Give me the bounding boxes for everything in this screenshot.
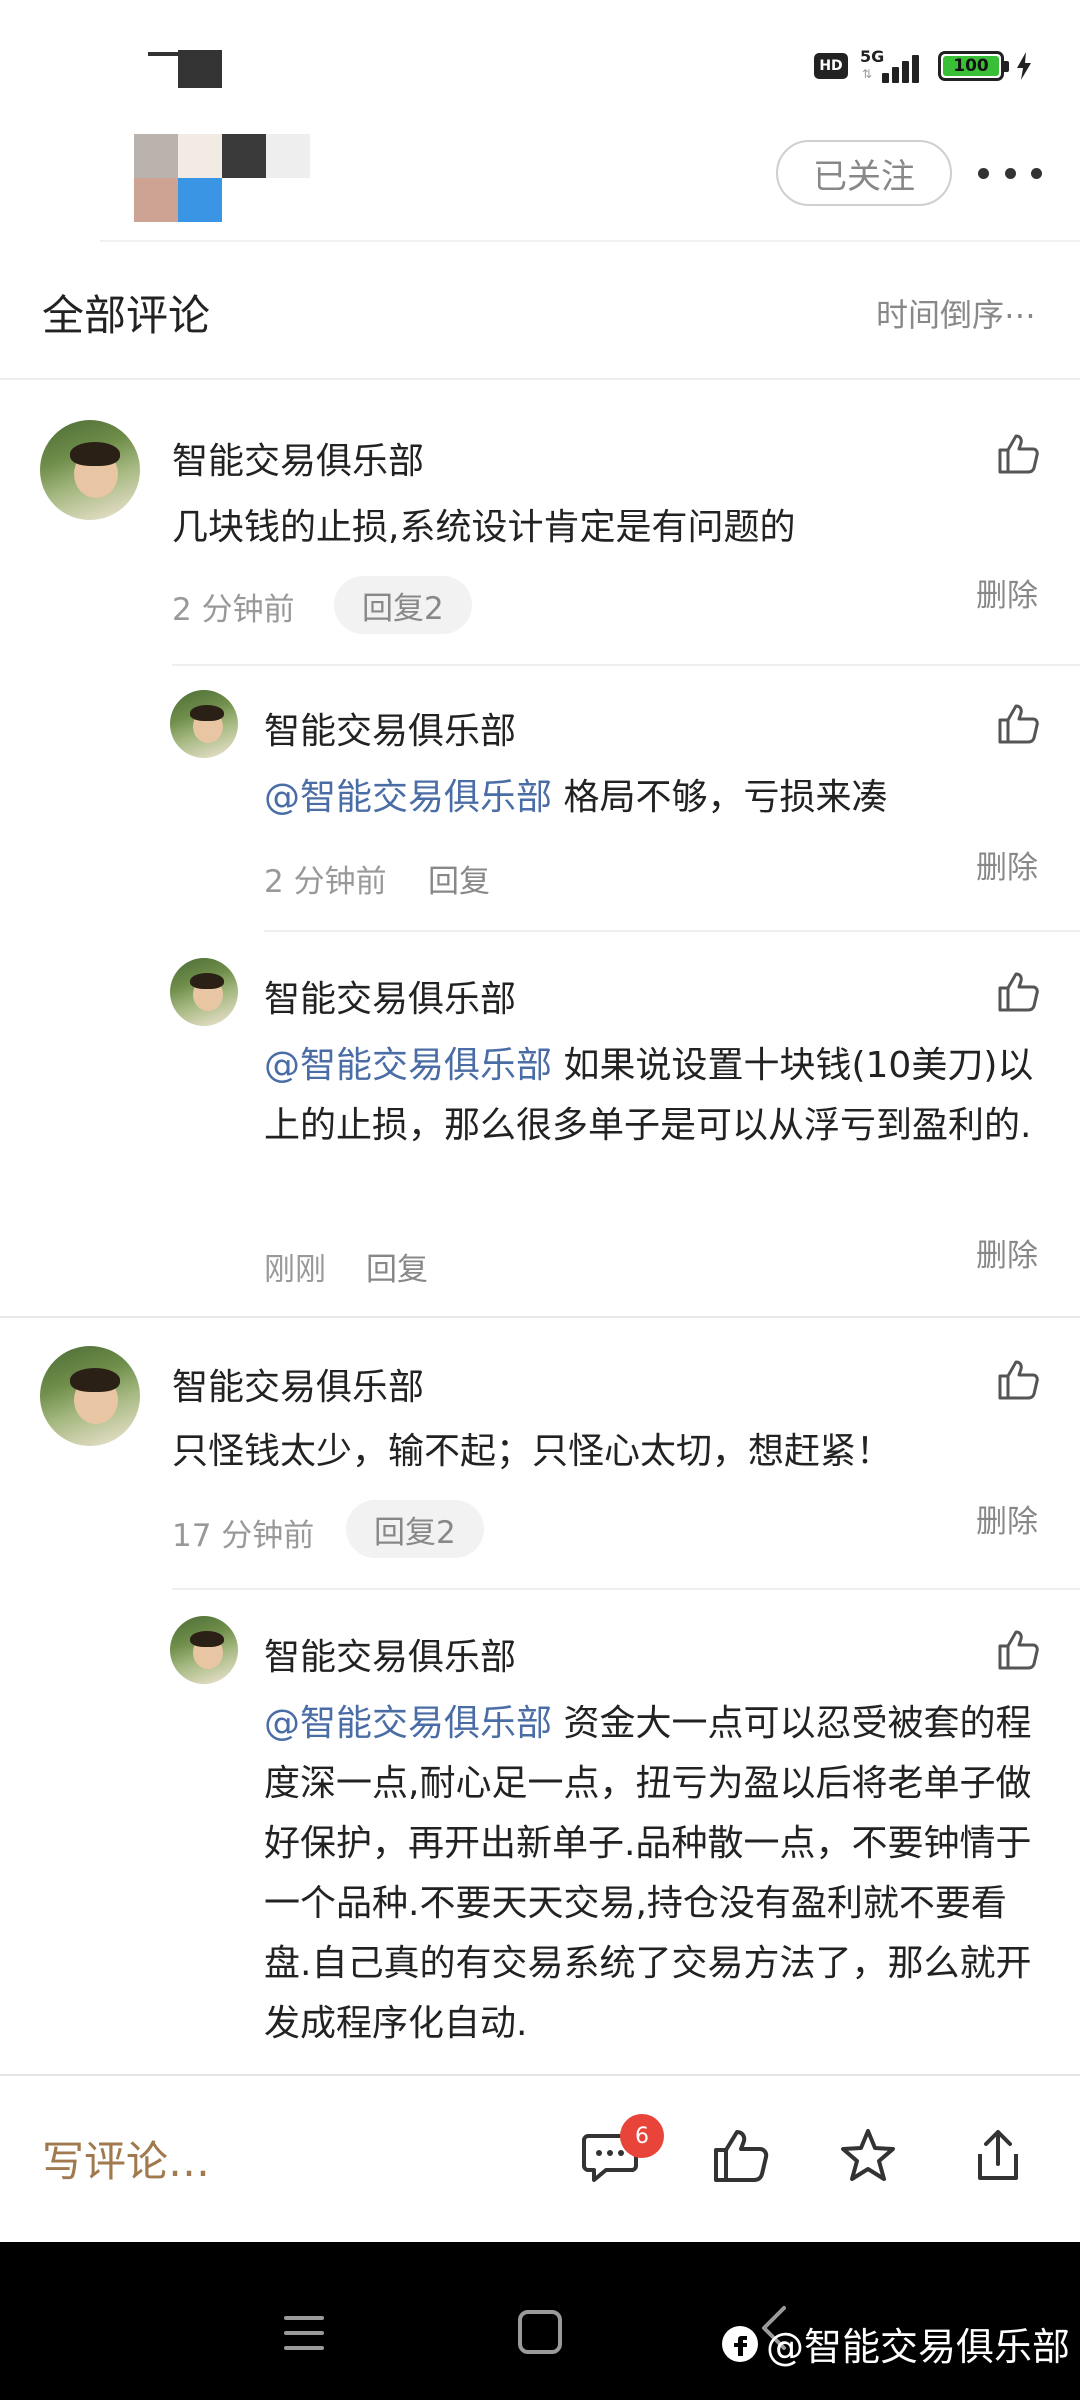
recent-apps-icon[interactable] (284, 2316, 324, 2350)
platform-logo-icon (721, 2325, 758, 2362)
divider (172, 664, 1080, 666)
mention-link[interactable]: @智能交易俱乐部 (264, 777, 552, 818)
avatar[interactable] (170, 1616, 238, 1684)
article-header: 已关注 (0, 130, 1080, 242)
more-options-icon[interactable] (978, 158, 1042, 188)
reply-time: 2 分钟前 (264, 864, 387, 900)
comment-time: 17 分钟前 (172, 1518, 315, 1554)
delete-button[interactable]: 删除 (976, 842, 1038, 887)
avatar[interactable] (40, 420, 140, 520)
comments-section-header: 全部评论 时间倒序⋯ (0, 244, 1080, 380)
mention-link[interactable]: @智能交易俱乐部 (264, 1703, 552, 1744)
avatar[interactable] (170, 690, 238, 758)
divider (0, 1316, 1080, 1318)
comment-username[interactable]: 智能交易俱乐部 (172, 432, 424, 484)
like-icon[interactable] (996, 1358, 1040, 1402)
share-icon[interactable] (968, 2126, 1028, 2186)
avatar[interactable] (40, 1346, 140, 1446)
reply-button[interactable]: 回复 (366, 1244, 428, 1289)
system-navigation-bar: @智能交易俱乐部 (0, 2242, 1080, 2400)
like-icon[interactable] (996, 970, 1040, 1014)
like-icon[interactable] (996, 702, 1040, 746)
reply-button[interactable]: 回复2 (334, 576, 472, 634)
divider (100, 240, 1080, 242)
bottom-action-bar: 写评论… 6 (0, 2074, 1080, 2242)
reply-text: @智能交易俱乐部 格局不够，亏损来凑 (264, 777, 888, 818)
comment-text: 只怪钱太少，输不起；只怪心太切，想赶紧！ (172, 1431, 893, 1472)
delete-button[interactable]: 删除 (976, 570, 1038, 615)
reply-button[interactable]: 回复 (428, 856, 490, 901)
charging-icon (1017, 52, 1031, 80)
comment-count-badge: 6 (620, 2114, 664, 2158)
delete-button[interactable]: 删除 (976, 1230, 1038, 1275)
status-icons: HD 5G ⇅ 100 (814, 44, 1032, 88)
reply-button[interactable]: 回复2 (346, 1500, 484, 1558)
reply-username[interactable]: 智能交易俱乐部 (264, 1628, 516, 1680)
comment-username[interactable]: 智能交易俱乐部 (172, 1358, 424, 1410)
divider (264, 930, 1080, 932)
like-icon[interactable] (996, 432, 1040, 476)
reply-username[interactable]: 智能交易俱乐部 (264, 970, 516, 1022)
comment-time: 2 分钟前 (172, 592, 295, 628)
section-title: 全部评论 (42, 291, 211, 340)
like-icon[interactable] (996, 1628, 1040, 1672)
battery-icon: 100 (938, 51, 1009, 81)
status-time-redacted (148, 48, 224, 90)
watermark-text: @智能交易俱乐部 (765, 2325, 1070, 2369)
mention-link[interactable]: @智能交易俱乐部 (264, 1045, 552, 1086)
sort-order-button[interactable]: 时间倒序⋯ (876, 290, 1036, 336)
reply-text: @智能交易俱乐部 如果说设置十块钱(10美刀)以上的止损，那么很多单子是可以从浮… (264, 1045, 1034, 1146)
like-icon[interactable] (710, 2126, 770, 2186)
comment-text: 几块钱的止损,系统设计肯定是有问题的 (172, 507, 796, 548)
watermark: @智能交易俱乐部 (720, 2316, 1070, 2371)
reply-text: @智能交易俱乐部 资金大一点可以忍受被套的程度深一点,耐心足一点，扭亏为盈以后将… (264, 1703, 1032, 2044)
reply-username[interactable]: 智能交易俱乐部 (264, 702, 516, 754)
star-icon[interactable] (838, 2126, 898, 2186)
status-bar: HD 5G ⇅ 100 (0, 0, 1080, 130)
divider (172, 1588, 1080, 1590)
avatar[interactable] (170, 958, 238, 1026)
hd-icon: HD (814, 53, 848, 79)
follow-button[interactable]: 已关注 (776, 140, 952, 206)
author-avatar[interactable] (134, 134, 310, 224)
write-comment-input[interactable]: 写评论… (42, 2128, 210, 2189)
home-icon[interactable] (518, 2310, 562, 2354)
delete-button[interactable]: 删除 (976, 1496, 1038, 1541)
signal-icon: 5G ⇅ (860, 47, 926, 85)
reply-time: 刚刚 (264, 1252, 326, 1288)
